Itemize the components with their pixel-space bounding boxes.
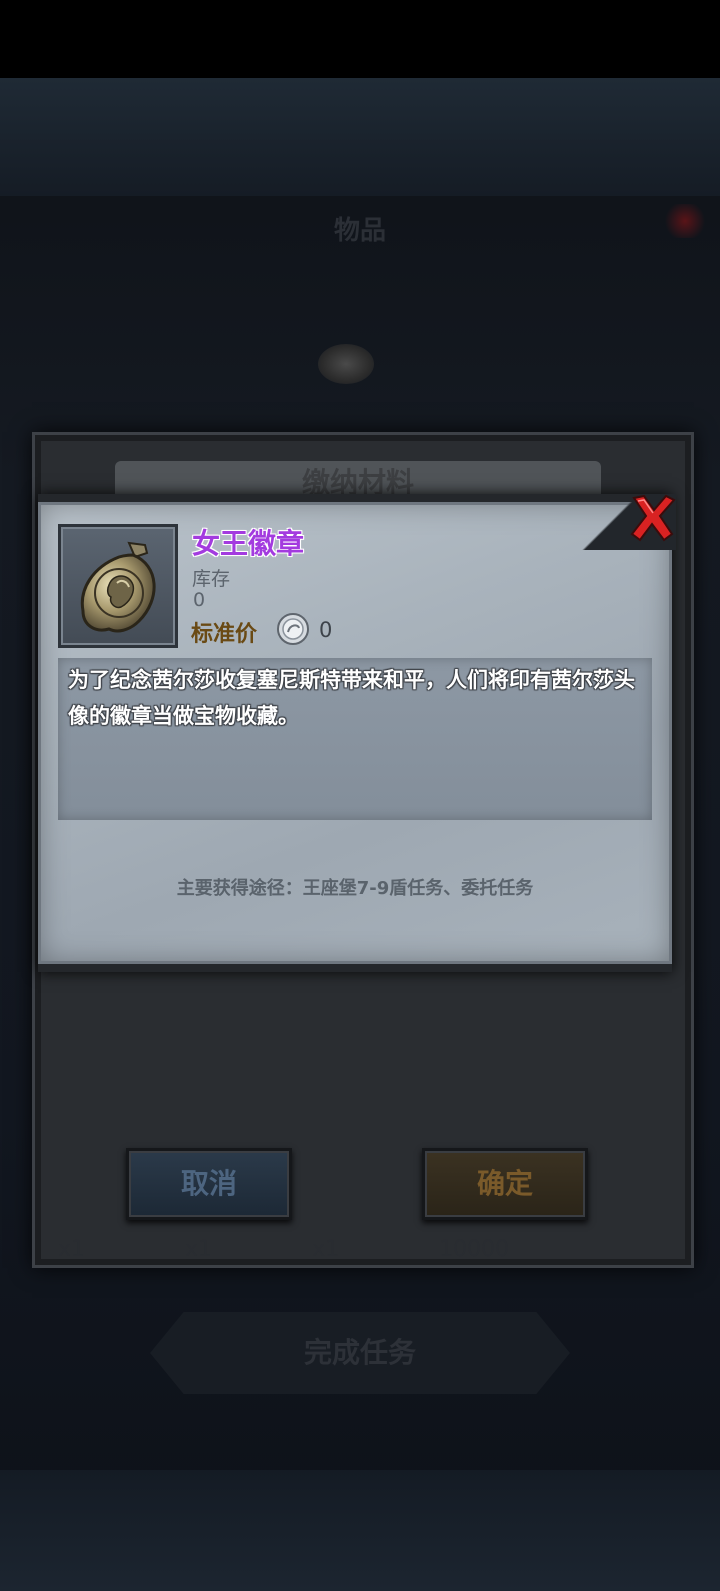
material-count: x1	[185, 1237, 213, 1262]
background-title: 物品	[333, 216, 386, 246]
bottom-banner	[0, 1470, 720, 1591]
background-red-glow	[662, 204, 708, 238]
item-info-popup: 女王徽章 库存 0 标准价 0 为了纪念茜尔莎收复塞尼斯特带来和平，人们将印有茜…	[38, 494, 676, 972]
background-item-icon	[318, 344, 374, 384]
cancel-button[interactable]: 取消	[126, 1148, 292, 1220]
close-button[interactable]	[628, 492, 676, 542]
queen-badge-icon	[80, 541, 156, 633]
complete-quest-button[interactable]: 完成任务	[150, 1312, 570, 1394]
top-banner	[0, 78, 720, 196]
item-icon-frame	[58, 524, 178, 648]
price-label: 标准价	[191, 622, 258, 647]
status-bar-area	[0, 0, 720, 78]
confirm-button[interactable]: 确定	[422, 1148, 588, 1220]
stock-value: 0	[193, 589, 206, 611]
material-count: x1	[58, 1237, 86, 1262]
item-description: 为了纪念茜尔莎收复塞尼斯特带来和平，人们将印有茜尔莎头像的徽章当做宝物收藏。	[68, 668, 635, 728]
stock-label: 库存	[192, 568, 231, 590]
gold-count: 10000	[439, 1237, 510, 1262]
material-counts: x1 x1 x1 10000	[58, 1237, 558, 1262]
price-value: 0	[319, 618, 333, 642]
item-source: 主要获得途径：王座堡7-9盾任务、委托任务	[176, 878, 534, 899]
item-name: 女王徽章	[192, 527, 305, 560]
material-count: x1	[312, 1237, 340, 1262]
close-x-icon	[630, 494, 676, 542]
silver-coin-icon	[277, 613, 309, 645]
game-screen: 物品 缴纳材料 x1 x1 x1 10000 完成任务 取消 确定 女王徽章 库…	[0, 0, 720, 1591]
